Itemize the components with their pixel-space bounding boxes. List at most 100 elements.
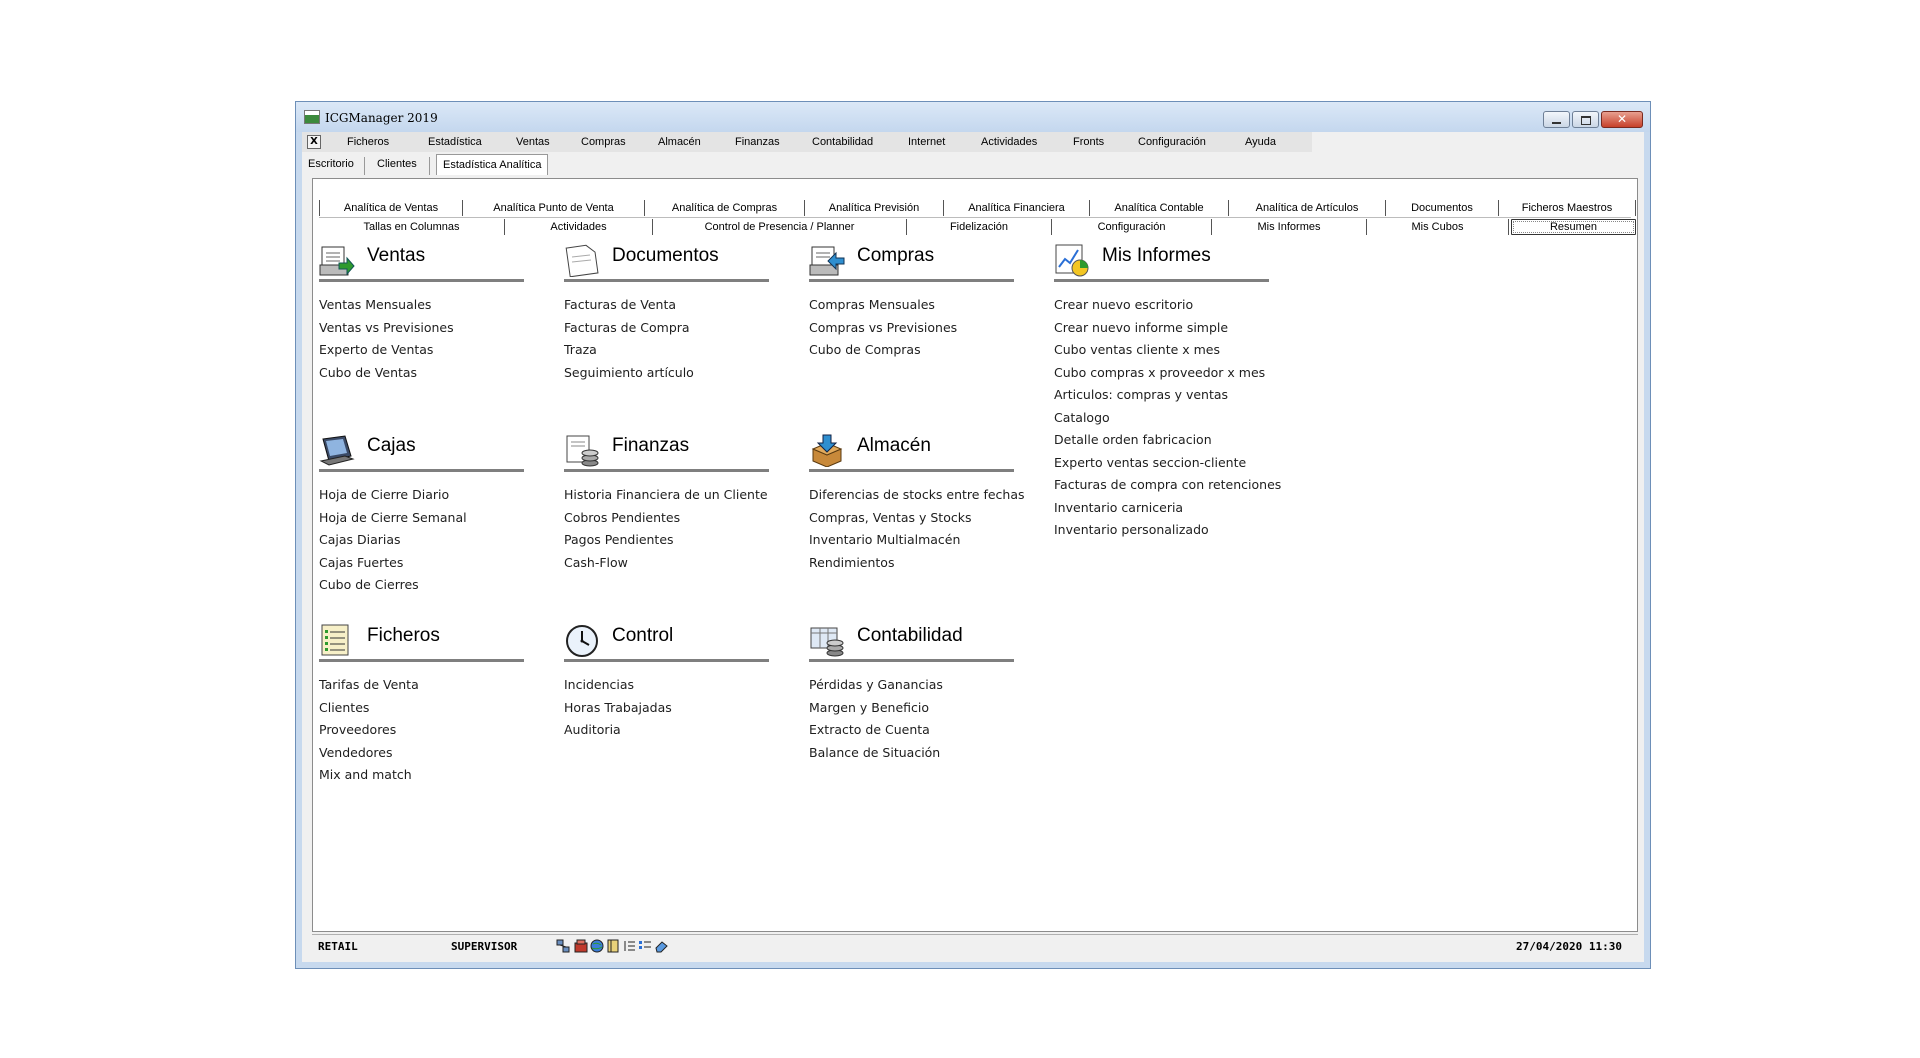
desktop-tab-clientes[interactable]: Clientes (377, 158, 417, 170)
menu-contabilidad[interactable]: Contabilidad (812, 136, 873, 148)
tab-analitica-ventas[interactable]: Analítica de Ventas (319, 200, 463, 216)
menu-actividades[interactable]: Actividades (981, 136, 1037, 148)
menu-ayuda[interactable]: Ayuda (1245, 136, 1276, 148)
close-button[interactable]: ✕ (1601, 111, 1643, 128)
link-facturas-venta[interactable]: Facturas de Venta (564, 294, 769, 317)
tab-tallas-columnas[interactable]: Tallas en Columnas (319, 219, 505, 235)
menu-estadistica[interactable]: Estadística (428, 136, 482, 148)
link-articulos-compras-ventas[interactable]: Articulos: compras y ventas (1054, 384, 1269, 407)
tab-analitica-contable[interactable]: Analítica Contable (1090, 200, 1229, 216)
tab-actividades[interactable]: Actividades (505, 219, 653, 235)
link-cubo-compras-proveedor[interactable]: Cubo compras x proveedor x mes (1054, 362, 1269, 385)
link-auditoria[interactable]: Auditoria (564, 719, 769, 742)
link-extracto-cuenta[interactable]: Extracto de Cuenta (809, 719, 1014, 742)
link-cash-flow[interactable]: Cash-Flow (564, 552, 769, 575)
link-compras-ventas-stocks[interactable]: Compras, Ventas y Stocks (809, 507, 1014, 530)
link-rendimientos[interactable]: Rendimientos (809, 552, 1014, 575)
book-icon[interactable] (606, 939, 620, 953)
tab-mis-informes[interactable]: Mis Informes (1212, 219, 1367, 235)
link-vendedores[interactable]: Vendedores (319, 742, 524, 765)
group-almacen: Almacén Diferencias de stocks entre fech… (809, 431, 1025, 575)
link-ventas-mensuales[interactable]: Ventas Mensuales (319, 294, 524, 317)
phone-icon[interactable] (574, 939, 588, 953)
link-facturas-compra[interactable]: Facturas de Compra (564, 317, 769, 340)
link-compras-mensuales[interactable]: Compras Mensuales (809, 294, 1014, 317)
link-cobros-pendientes[interactable]: Cobros Pendientes (564, 507, 769, 530)
link-historia-financiera[interactable]: Historia Financiera de un Cliente (564, 484, 769, 507)
link-seguimiento-articulo[interactable]: Seguimiento artículo (564, 362, 769, 385)
tab-documentos[interactable]: Documentos (1386, 200, 1499, 216)
menu-ventas[interactable]: Ventas (516, 136, 550, 148)
link-experto-seccion-cliente[interactable]: Experto ventas seccion-cliente (1054, 452, 1269, 475)
tab-analitica-punto-venta[interactable]: Analítica Punto de Venta (463, 200, 645, 216)
link-inventario-multialmacen[interactable]: Inventario Multialmacén (809, 529, 1014, 552)
link-experto-ventas[interactable]: Experto de Ventas (319, 339, 524, 362)
checklist-icon[interactable] (638, 939, 652, 953)
link-balance-situacion[interactable]: Balance de Situación (809, 742, 1014, 765)
globe-icon[interactable] (590, 939, 604, 953)
menu-finanzas[interactable]: Finanzas (735, 136, 780, 148)
link-clientes[interactable]: Clientes (319, 697, 524, 720)
minimize-button[interactable] (1543, 111, 1570, 128)
tab-resumen[interactable]: Resumen (1511, 219, 1636, 235)
link-cubo-compras[interactable]: Cubo de Compras (809, 339, 1014, 362)
desktop-tab-estadistica-analitica[interactable]: Estadística Analítica (436, 154, 549, 175)
group-mis-informes: Mis Informes Crear nuevo escritorio Crea… (1054, 241, 1281, 542)
link-traza[interactable]: Traza (564, 339, 769, 362)
link-crear-informe-simple[interactable]: Crear nuevo informe simple (1054, 317, 1269, 340)
link-tarifas-venta[interactable]: Tarifas de Venta (319, 674, 524, 697)
mdi-close-button[interactable]: X (307, 135, 321, 149)
restore-icon (1581, 116, 1591, 125)
tab-analitica-prevision[interactable]: Analítica Previsión (805, 200, 944, 216)
link-cubo-ventas-cliente[interactable]: Cubo ventas cliente x mes (1054, 339, 1269, 362)
link-cubo-cierres[interactable]: Cubo de Cierres (319, 574, 524, 597)
menu-ficheros[interactable]: Ficheros (347, 136, 389, 148)
tab-mis-cubos[interactable]: Mis Cubos (1367, 219, 1509, 235)
link-inventario-carniceria[interactable]: Inventario carniceria (1054, 497, 1269, 520)
link-compras-vs-previsiones[interactable]: Compras vs Previsiones (809, 317, 1014, 340)
link-cajas-fuertes[interactable]: Cajas Fuertes (319, 552, 524, 575)
app-window: ICGManager 2019 ✕ X Ficheros Estadística… (295, 101, 1651, 969)
menu-configuracion[interactable]: Configuración (1138, 136, 1206, 148)
link-detalle-orden[interactable]: Detalle orden fabricacion (1054, 429, 1269, 452)
link-inventario-personalizado[interactable]: Inventario personalizado (1054, 519, 1269, 542)
link-perdidas-ganancias[interactable]: Pérdidas y Ganancias (809, 674, 1014, 697)
menu-compras[interactable]: Compras (581, 136, 626, 148)
tab-fidelizacion[interactable]: Fidelización (907, 219, 1052, 235)
tab-analitica-financiera[interactable]: Analítica Financiera (944, 200, 1090, 216)
tab-configuracion[interactable]: Configuración (1052, 219, 1212, 235)
link-pagos-pendientes[interactable]: Pagos Pendientes (564, 529, 769, 552)
sort-list-icon[interactable] (622, 939, 636, 953)
group-finanzas: Finanzas Historia Financiera de un Clien… (564, 431, 769, 574)
link-cierre-diario[interactable]: Hoja de Cierre Diario (319, 484, 524, 507)
link-facturas-retenciones[interactable]: Facturas de compra con retenciones (1054, 474, 1281, 497)
desktop-tab-escritorio[interactable]: Escritorio (308, 158, 354, 170)
link-crear-escritorio[interactable]: Crear nuevo escritorio (1054, 294, 1269, 317)
menu-internet[interactable]: Internet (908, 136, 945, 148)
menu-almacen[interactable]: Almacén (658, 136, 701, 148)
group-contabilidad: Contabilidad Pérdidas y Ganancias Margen… (809, 621, 1014, 764)
tab-ficheros-maestros[interactable]: Ficheros Maestros (1499, 200, 1636, 216)
menu-fronts[interactable]: Fronts (1073, 136, 1104, 148)
finance-coins-icon (566, 435, 599, 467)
link-mix-and-match[interactable]: Mix and match (319, 764, 524, 787)
eraser-icon[interactable] (654, 939, 668, 953)
link-diferencias-stocks[interactable]: Diferencias de stocks entre fechas (809, 484, 1025, 507)
tab-analitica-compras[interactable]: Analítica de Compras (645, 200, 805, 216)
maximize-button[interactable] (1572, 111, 1599, 128)
tab-control-presencia[interactable]: Control de Presencia / Planner (653, 219, 907, 235)
link-cubo-ventas[interactable]: Cubo de Ventas (319, 362, 524, 385)
link-cierre-semanal[interactable]: Hoja de Cierre Semanal (319, 507, 524, 530)
link-ventas-vs-previsiones[interactable]: Ventas vs Previsiones (319, 317, 524, 340)
network-icon[interactable] (556, 939, 570, 953)
title-bar[interactable]: ICGManager 2019 ✕ (296, 102, 1650, 132)
link-catalogo[interactable]: Catalogo (1054, 407, 1269, 430)
group-ficheros: Ficheros Tarifas de Venta Clientes Prove… (319, 621, 524, 787)
link-proveedores[interactable]: Proveedores (319, 719, 524, 742)
link-margen-beneficio[interactable]: Margen y Beneficio (809, 697, 1014, 720)
tab-analitica-articulos[interactable]: Analítica de Artículos (1229, 200, 1386, 216)
link-horas-trabajadas[interactable]: Horas Trabajadas (564, 697, 769, 720)
group-title: Cajas (367, 435, 416, 456)
link-cajas-diarias[interactable]: Cajas Diarias (319, 529, 524, 552)
link-incidencias[interactable]: Incidencias (564, 674, 769, 697)
